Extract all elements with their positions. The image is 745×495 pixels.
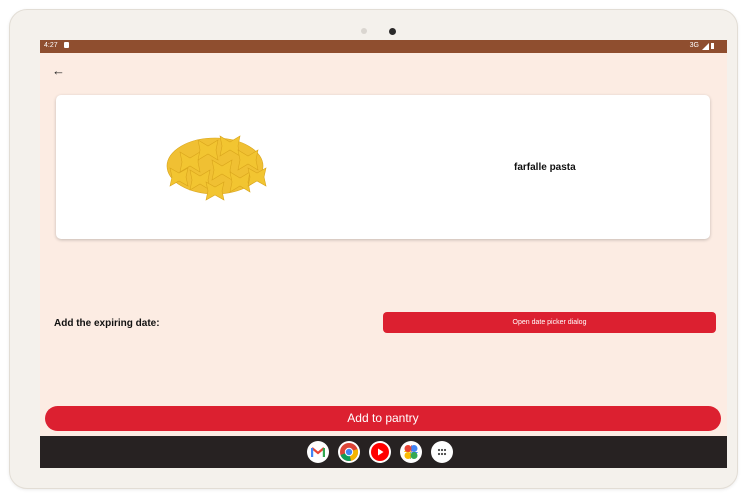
chrome-icon[interactable] [338,441,360,463]
app-screen: 4:27 3G ← farfalle pasta Add the expirin… [40,40,727,468]
signal-icon [702,43,709,50]
photos-icon[interactable] [400,441,422,463]
product-name: farfalle pasta [514,162,576,173]
gmail-icon[interactable] [307,441,329,463]
lock-icon [64,42,69,48]
front-camera [389,28,396,35]
product-card: farfalle pasta [56,95,710,239]
network-type: 3G [689,42,699,49]
taskbar [40,436,727,468]
youtube-icon[interactable] [369,441,391,463]
expiry-date-label: Add the expiring date: [54,318,160,329]
product-image [166,135,267,201]
status-time: 4:27 [44,42,58,49]
app-dock [307,441,453,463]
open-date-picker-button[interactable]: Open date picker dialog [383,312,716,333]
add-to-pantry-button[interactable]: Add to pantry [45,406,721,431]
app-drawer-icon[interactable] [431,441,453,463]
sensor-dot [361,28,367,34]
back-arrow-icon[interactable]: ← [52,64,66,78]
battery-icon [711,43,714,49]
status-bar: 4:27 3G [40,40,727,53]
